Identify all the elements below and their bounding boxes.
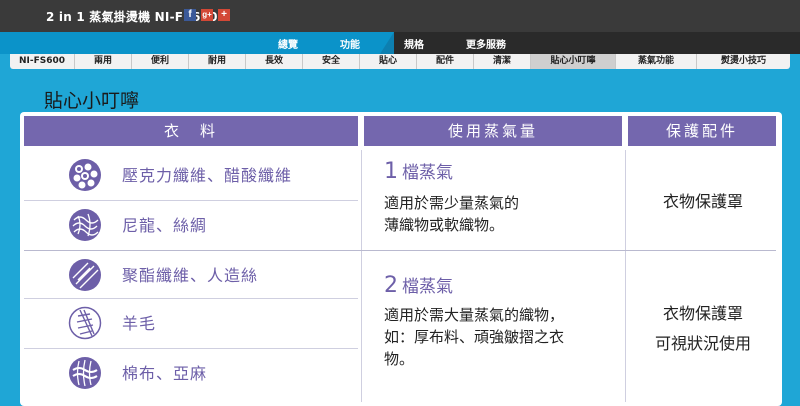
subnav-long-lasting[interactable]: 長效	[246, 54, 303, 69]
steam-level-number: 1	[384, 159, 398, 184]
steam-desc-line: 如：厚布料、頑強皺摺之衣	[384, 328, 565, 346]
subnav-thoughtful[interactable]: 貼心	[360, 54, 417, 69]
plus-icon[interactable]: +	[218, 9, 230, 21]
row-divider	[24, 200, 358, 201]
main-nav-right-zone	[394, 32, 800, 54]
steam-desc-line: 適用於需大量蒸氣的織物，	[384, 306, 565, 324]
accessory-2-note: 可視狀況使用	[654, 334, 751, 353]
fabric-row: 尼龍、絲綢	[24, 202, 358, 250]
top-bar: 2 in 1 蒸氣掛燙機 NI-FS600 f g+ +	[0, 0, 800, 32]
subnav-dual-use[interactable]: 兩用	[75, 54, 132, 69]
wool-icon	[68, 306, 102, 340]
row-divider	[24, 348, 358, 349]
subnav-safety[interactable]: 安全	[303, 54, 360, 69]
google-plus-icon[interactable]: g+	[201, 9, 213, 21]
nav-more-services[interactable]: 更多服務	[466, 36, 506, 51]
sub-nav: NI-FS600 兩用 便利 耐用 長效 安全 貼心 配件 清潔 貼心小叮嚀 蒸…	[10, 54, 790, 69]
header-steam: 使用蒸氣量	[364, 116, 622, 146]
fabric-label: 聚酯纖維、人造絲	[122, 266, 259, 285]
subnav-steam-function[interactable]: 蒸氣功能	[616, 54, 697, 69]
column-divider	[625, 150, 626, 402]
subnav-durable[interactable]: 耐用	[189, 54, 246, 69]
main-nav: 總覽 功能 規格 更多服務	[0, 32, 800, 54]
polyester-icon	[69, 259, 101, 291]
accessory-2: 衣物保護罩	[662, 304, 743, 323]
subnav-convenient[interactable]: 便利	[132, 54, 189, 69]
group-divider	[24, 250, 776, 251]
subnav-tips[interactable]: 貼心小叮嚀	[531, 54, 616, 69]
steam-level-label: 檔蒸氣	[402, 163, 453, 183]
nav-features[interactable]: 功能	[340, 36, 360, 51]
subnav-cleaning[interactable]: 清潔	[474, 54, 531, 69]
main-nav-active-zone	[0, 32, 394, 54]
fabric-label: 羊毛	[122, 314, 157, 333]
acrylic-fiber-icon	[69, 159, 101, 191]
fabric-row: 聚酯纖維、人造絲	[24, 252, 358, 300]
steam-level-2: 2 檔蒸氣	[384, 272, 453, 298]
fabric-label: 壓克力纖維、醋酸纖維	[122, 166, 293, 185]
nav-overview[interactable]: 總覽	[278, 36, 298, 51]
subnav-accessories[interactable]: 配件	[417, 54, 474, 69]
fabric-label: 棉布、亞麻	[122, 364, 208, 383]
steam-level-label: 檔蒸氣	[402, 277, 453, 297]
nylon-silk-icon	[69, 209, 101, 241]
fabric-row: 羊毛	[24, 300, 358, 348]
fabric-row: 棉布、亞麻	[24, 350, 358, 398]
facebook-icon[interactable]: f	[184, 9, 196, 21]
steam-desc-line: 物。	[384, 350, 415, 368]
steam-level-number: 2	[384, 273, 398, 298]
steam-level-1: 1 檔蒸氣	[384, 158, 453, 184]
steam-level-1-desc: 適用於需少量蒸氣的 薄織物或軟織物。	[384, 192, 624, 236]
nav-specs[interactable]: 規格	[404, 36, 424, 51]
header-fabric: 衣 料	[24, 116, 358, 146]
column-divider	[361, 150, 362, 402]
steam-desc-line: 適用於需少量蒸氣的	[384, 194, 520, 212]
subnav-ironing-tips[interactable]: 熨燙小技巧	[697, 54, 790, 69]
fabric-row: 壓克力纖維、醋酸纖維	[24, 152, 358, 200]
steam-level-2-desc: 適用於需大量蒸氣的織物， 如：厚布料、頑強皺摺之衣 物。	[384, 304, 624, 370]
fabric-label: 尼龍、絲綢	[122, 216, 208, 235]
steam-desc-line: 薄織物或軟織物。	[384, 216, 505, 234]
header-accessory: 保護配件	[628, 116, 776, 146]
cotton-linen-icon	[69, 357, 101, 389]
fabric-steam-table: 衣 料 使用蒸氣量 保護配件 壓克力纖維、醋酸纖維 尼龍、絲綢 聚酯纖維、人造絲…	[20, 112, 782, 406]
subnav-model[interactable]: NI-FS600	[10, 54, 75, 69]
section-title: 貼心小叮嚀	[44, 90, 140, 112]
accessory-1: 衣物保護罩	[662, 192, 743, 211]
